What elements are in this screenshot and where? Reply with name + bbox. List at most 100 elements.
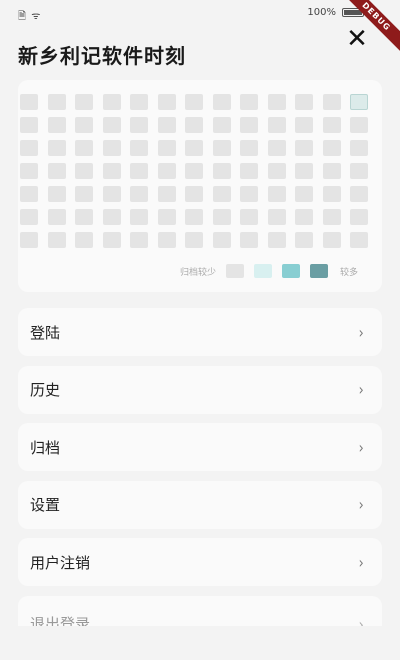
menu-item-label: 归档	[30, 438, 61, 457]
heatmap-cell	[20, 140, 38, 156]
heatmap-cell	[47, 117, 66, 133]
heatmap-cell	[212, 186, 231, 202]
heatmap-cell	[47, 209, 66, 225]
heatmap-cell	[322, 186, 341, 202]
chevron-right-icon: ›	[358, 380, 364, 399]
heatmap-cell	[157, 140, 176, 156]
chevron-right-icon: ›	[358, 437, 364, 457]
heatmap-cell	[130, 163, 148, 179]
heatmap-cell	[267, 232, 286, 248]
heatmap-cell	[130, 140, 148, 156]
heatmap-cell	[157, 186, 176, 202]
heatmap-cell	[350, 117, 368, 133]
activity-heatmap-card: 归档较少 较多	[18, 80, 382, 292]
status-right: 100%	[307, 7, 366, 18]
heatmap-cell	[212, 94, 231, 110]
legend-swatch	[226, 264, 245, 278]
heatmap-cell	[75, 186, 93, 202]
status-icons: 🗎 ᯤ	[18, 11, 42, 22]
heatmap-cell	[47, 186, 66, 202]
heatmap-cell	[322, 163, 341, 179]
heatmap-cell	[350, 140, 368, 156]
heatmap-cell	[295, 94, 313, 110]
heatmap-cell	[20, 94, 38, 110]
heatmap-cell	[157, 209, 176, 225]
menu-item-account-deletion[interactable]: 用户注销 ›	[18, 538, 382, 586]
legend-less-label: 归档较少	[180, 267, 217, 278]
chevron-right-icon: ›	[358, 322, 364, 342]
heatmap-cell	[240, 232, 258, 248]
heatmap-cell	[75, 209, 93, 225]
heatmap-cell	[350, 232, 368, 248]
heatmap-cell	[240, 117, 258, 133]
heatmap-cell	[102, 117, 121, 133]
close-icon[interactable]: ✕	[344, 26, 370, 52]
chevron-right-icon: ›	[358, 614, 364, 626]
heatmap-cell	[130, 117, 148, 133]
heatmap-cell	[295, 163, 313, 179]
menu-item-archive[interactable]: 归档 ›	[18, 423, 382, 471]
heatmap-cell	[75, 232, 93, 248]
heatmap-cell	[240, 94, 258, 110]
heatmap-cell	[267, 163, 286, 179]
heatmap-cell	[322, 94, 341, 110]
battery-percentage: 100%	[307, 7, 336, 18]
menu-item-login[interactable]: 登陆 ›	[18, 308, 382, 356]
heatmap-cell	[20, 232, 38, 248]
menu-item-history[interactable]: 历史 ›	[18, 365, 382, 414]
heatmap-cell	[322, 232, 341, 248]
legend-swatch	[310, 264, 329, 278]
heatmap-cell	[322, 209, 341, 225]
heatmap-cell	[102, 186, 121, 202]
heatmap-cell	[47, 140, 66, 156]
menu-item-label: 退出登录	[30, 614, 91, 626]
heatmap-cell	[47, 94, 66, 110]
heatmap-cell	[102, 163, 121, 179]
heatmap-cell	[295, 209, 313, 225]
heatmap-cell	[185, 163, 203, 179]
heatmap-cell	[75, 117, 93, 133]
heatmap-cell	[47, 163, 66, 179]
heatmap-cell	[212, 117, 231, 133]
heatmap-cell	[350, 163, 368, 179]
page-title: 新乡利记软件时刻	[18, 44, 186, 68]
legend-swatch	[282, 264, 301, 278]
heatmap-cell	[212, 209, 231, 225]
heatmap-cell	[295, 186, 313, 202]
heatmap-cell	[102, 94, 121, 110]
heatmap-cell	[185, 140, 203, 156]
heatmap-cell	[75, 163, 93, 179]
status-bar: 🗎 ᯤ 100%	[0, 0, 400, 26]
menu-item-label: 历史	[30, 381, 61, 399]
heatmap-cell	[185, 209, 203, 225]
heatmap-cell	[75, 140, 93, 156]
legend-more-label: 较多	[340, 267, 359, 278]
heatmap-cell	[267, 209, 286, 225]
menu-item-settings[interactable]: 设置 ›	[18, 480, 382, 529]
heatmap-cell	[350, 209, 368, 225]
menu-list: 登陆 › 历史 › 归档 › 设置 › 用户注销 › 退出登录 ›	[18, 308, 382, 635]
chevron-right-icon: ›	[358, 495, 364, 514]
heatmap-cell	[185, 117, 203, 133]
menu-item-logout[interactable]: 退出登录 ›	[18, 595, 382, 626]
heatmap-cell	[20, 117, 38, 133]
menu-item-label: 登陆	[30, 323, 61, 342]
heatmap-cell	[295, 232, 313, 248]
heatmap-cell	[295, 117, 313, 133]
heatmap-cell	[267, 186, 286, 202]
heatmap-cell	[267, 117, 286, 133]
legend-swatch	[254, 264, 273, 278]
heatmap-cell	[102, 140, 121, 156]
heatmap-cell	[212, 232, 231, 248]
heatmap-cell	[130, 94, 148, 110]
heatmap-cell	[20, 209, 38, 225]
heatmap-cell	[212, 140, 231, 156]
menu-item-label: 用户注销	[30, 553, 91, 572]
heatmap-cell	[102, 232, 121, 248]
heatmap-cell	[130, 186, 148, 202]
heatmap-cell	[240, 209, 258, 225]
heatmap-cell	[267, 94, 286, 110]
heatmap-cell	[157, 232, 176, 248]
heatmap-cell	[130, 232, 148, 248]
heatmap-cell	[20, 186, 38, 202]
